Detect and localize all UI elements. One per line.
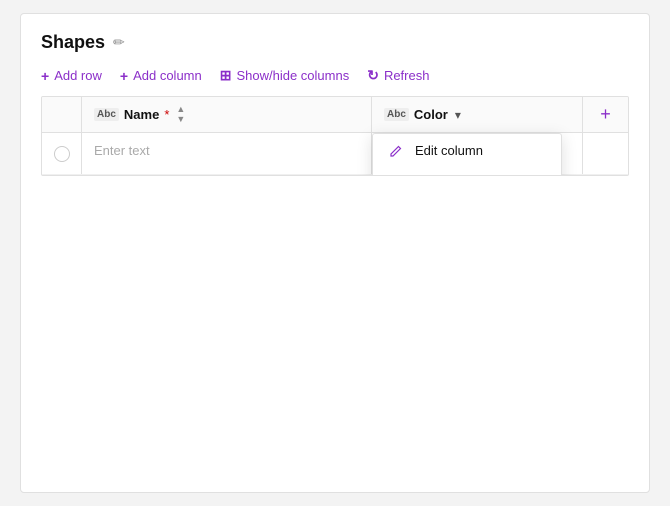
row-radio[interactable] [54, 146, 70, 162]
add-row-icon: + [41, 68, 49, 84]
column-header-name: Abc Name * ▲ ▼ [82, 97, 372, 132]
name-abc-badge: Abc [94, 108, 119, 121]
dropdown-item-hide[interactable]: Hide [373, 167, 561, 176]
add-column-button[interactable]: + Add column [120, 68, 202, 84]
color-column-label: Color [414, 107, 448, 122]
edit-title-icon[interactable]: ✏ [113, 34, 125, 51]
color-chevron-icon: ▾ [455, 108, 461, 122]
row-add-space [582, 133, 628, 174]
edit-column-label: Edit column [415, 143, 483, 158]
name-sort-icons: ▲ ▼ [176, 105, 185, 124]
add-column-icon: + [120, 68, 128, 84]
show-hide-icon: ⊞ [220, 67, 232, 84]
header-checkbox-cell [42, 97, 82, 132]
name-column-label: Name [124, 107, 159, 122]
refresh-label: Refresh [384, 68, 430, 83]
sort-desc-icon[interactable]: ▼ [176, 115, 185, 124]
refresh-button[interactable]: ↻ Refresh [367, 67, 429, 84]
refresh-icon: ↻ [367, 67, 379, 84]
color-abc-badge: Abc [384, 108, 409, 121]
table: Abc Name * ▲ ▼ Abc Color ▾ [41, 96, 629, 176]
toolbar: + Add row + Add column ⊞ Show/hide colum… [41, 67, 629, 84]
add-column-cell[interactable]: + [582, 97, 628, 132]
show-hide-label: Show/hide columns [236, 68, 349, 83]
panel: Shapes ✏ + Add row + Add column ⊞ Show/h… [20, 13, 650, 493]
table-header: Abc Name * ▲ ▼ Abc Color ▾ [42, 97, 628, 133]
column-header-color[interactable]: Abc Color ▾ Edit column [372, 97, 582, 132]
title-row: Shapes ✏ [41, 32, 629, 53]
add-row-button[interactable]: + Add row [41, 68, 102, 84]
name-cell[interactable]: Enter text [82, 133, 372, 174]
name-placeholder: Enter text [94, 143, 150, 158]
row-checkbox-cell [42, 133, 82, 174]
panel-title: Shapes [41, 32, 105, 53]
add-column-plus-icon: + [600, 104, 611, 125]
column-dropdown-menu: Edit column Hide [372, 133, 562, 176]
dropdown-item-edit-column[interactable]: Edit column [373, 134, 561, 167]
add-row-label: Add row [54, 68, 102, 83]
name-required-star: * [164, 107, 169, 122]
edit-column-icon [387, 144, 405, 158]
add-column-label: Add column [133, 68, 202, 83]
show-hide-button[interactable]: ⊞ Show/hide columns [220, 67, 349, 84]
sort-asc-icon[interactable]: ▲ [176, 105, 185, 114]
